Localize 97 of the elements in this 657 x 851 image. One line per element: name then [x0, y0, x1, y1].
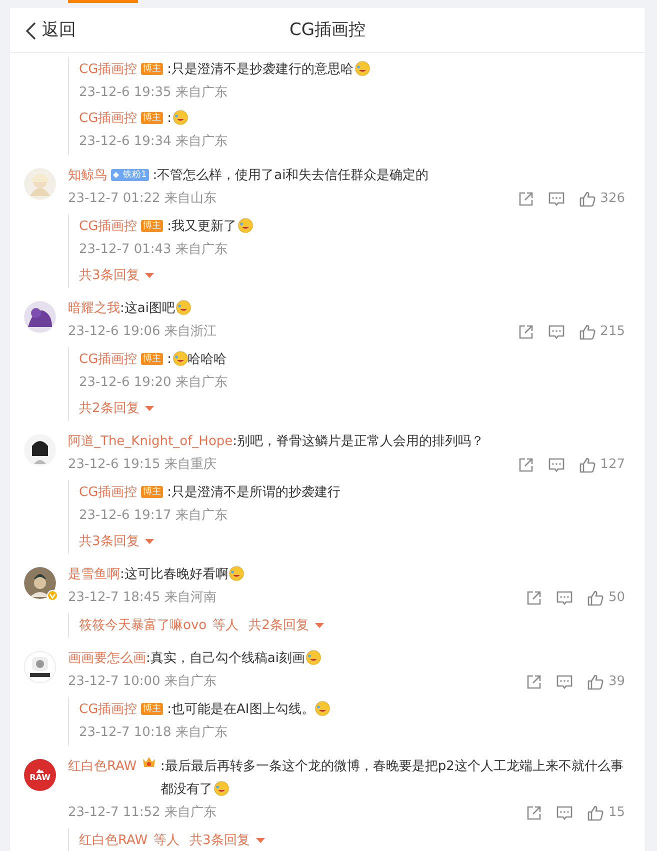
comment-icon [548, 190, 566, 206]
reply-text: :我又更新了 [167, 219, 237, 234]
share-icon [518, 456, 534, 472]
comment-author[interactable]: 红白色RAW [68, 755, 137, 778]
more-replies-link[interactable]: 共3条回复 [79, 263, 160, 288]
share-icon [518, 190, 534, 206]
like-icon [587, 590, 604, 606]
tab-indicator [68, 0, 138, 3]
comment-time: 23-12-6 19:15 来自重庆 [68, 456, 216, 474]
blogger-badge: 博主 [141, 486, 164, 498]
mountain-icon [36, 768, 44, 773]
comment-time: 23-12-7 10:00 来自广东 [68, 673, 216, 691]
share-button[interactable] [526, 804, 542, 820]
comment-time: 23-12-7 01:22 来自山东 [68, 190, 216, 208]
comment-text: :最后最后再转多一条这个龙的微博，春晚要是把p2这个人工龙端上来不就什么事都没有了 [160, 759, 624, 797]
like-icon [587, 674, 604, 690]
comment-author[interactable]: 知鲸鸟 [68, 164, 107, 187]
more-replies-link[interactable]: 共3条回复 [79, 529, 160, 554]
reply-time: 23-12-7 01:43 来自广东 [79, 241, 228, 259]
comment-text: :这ai图吧 [120, 301, 175, 316]
more-replies-link[interactable]: 共2条回复 [79, 396, 160, 421]
caret-icon [145, 406, 154, 412]
share-button[interactable] [518, 324, 534, 340]
comment-text: :这可比春晚好看啊 [120, 567, 228, 582]
caret-icon [145, 539, 154, 545]
fan-badge: 铁粉1 [111, 169, 149, 181]
share-icon [526, 674, 542, 690]
comment-time: 23-12-7 18:45 来自河南 [68, 589, 216, 607]
reply-text: :也可能是在AI图上勾线。 [167, 702, 314, 717]
comment-button[interactable] [556, 590, 574, 606]
back-button[interactable]: 返回 [22, 16, 80, 46]
like-icon [579, 324, 596, 340]
caret-icon [256, 838, 265, 844]
reply-text: : [167, 111, 172, 126]
blogger-badge: 博主 [141, 220, 164, 232]
reply-author[interactable]: CG插画控 [79, 698, 138, 721]
reply-text: :只是澄清不是所谓的抄袭建行 [167, 485, 341, 500]
like-icon [587, 804, 604, 820]
reply-author[interactable]: CG插画控 [79, 481, 138, 504]
comment-icon [548, 324, 566, 340]
like-button[interactable]: 50 [587, 588, 625, 608]
comment-text: :不管怎么样，使用了ai和失去信任群众是确定的 [152, 168, 429, 183]
comment-button[interactable] [556, 674, 574, 690]
reply-author[interactable]: CG插画控 [79, 107, 138, 130]
comment-icon [556, 804, 574, 820]
comment-time: 23-12-7 11:52 来自广东 [68, 804, 216, 822]
crown-icon [140, 755, 157, 769]
like-button[interactable]: 15 [587, 802, 625, 822]
more-replies-link[interactable]: 红白色RAW 等人 共3条回复 [79, 828, 271, 851]
like-button[interactable]: 326 [579, 188, 625, 208]
caret-icon [145, 273, 154, 279]
like-button[interactable]: 127 [579, 454, 625, 474]
share-button[interactable] [518, 456, 534, 472]
reply-text: :只是澄清不是抄袭建行的意思哈 [167, 62, 354, 77]
like-button[interactable]: 215 [579, 322, 625, 342]
more-replies-link[interactable]: 筱筱今天暴富了嘛ovo 等人 共2条回复 [79, 613, 330, 638]
blogger-badge: 博主 [141, 703, 164, 715]
page-title: CG插画控 [289, 19, 366, 42]
comment-button[interactable] [548, 456, 566, 472]
reply-text: : [167, 352, 172, 367]
comment-icon [556, 590, 574, 606]
comment-author[interactable]: 阿道_The_Knight_of_Hope [68, 430, 233, 453]
avatar-logo-text: RAW [30, 773, 50, 782]
comment-icon [556, 674, 574, 690]
share-icon [526, 590, 542, 606]
comment-button[interactable] [556, 804, 574, 820]
share-button[interactable] [526, 674, 542, 690]
reply-author[interactable]: CG插画控 [79, 215, 138, 238]
share-button[interactable] [526, 590, 542, 606]
comment-time: 23-12-6 19:06 来自浙江 [68, 323, 216, 341]
blogger-badge: 博主 [141, 353, 164, 365]
blogger-badge: 博主 [141, 63, 164, 75]
caret-icon [314, 623, 324, 629]
reply-time: 23-12-6 19:35 来自广东 [79, 84, 228, 102]
reply-time: 23-12-6 19:20 来自广东 [79, 374, 228, 392]
share-icon [518, 324, 534, 340]
like-icon [579, 456, 596, 472]
comment-icon [548, 456, 566, 472]
comment-text: :真实，自己勾个线稿ai刻画 [146, 651, 305, 666]
like-icon [579, 190, 596, 206]
blogger-badge: 博主 [141, 112, 164, 124]
reply-time: 23-12-7 10:18 来自广东 [79, 724, 228, 742]
comment-button[interactable] [548, 190, 566, 206]
comment-text: :别吧，脊骨这鳞片是正常人会用的排列吗？ [232, 434, 484, 449]
reply-author[interactable]: CG插画控 [79, 58, 138, 81]
share-button[interactable] [518, 190, 534, 206]
comment-author[interactable]: 是雪鱼啊 [68, 563, 120, 586]
reply-author[interactable]: CG插画控 [79, 348, 138, 371]
reply-time: 23-12-6 19:34 来自广东 [79, 133, 228, 151]
reply-text: 哈哈哈 [188, 352, 227, 367]
reply-time: 23-12-6 19:17 来自广东 [79, 507, 228, 525]
like-button[interactable]: 39 [587, 672, 625, 692]
comment-author[interactable]: 暗耀之我 [68, 297, 120, 320]
share-icon [526, 804, 542, 820]
chevron-left-icon [26, 22, 36, 40]
comment-author[interactable]: 画画要怎么画 [68, 647, 146, 670]
comment-button[interactable] [548, 324, 566, 340]
